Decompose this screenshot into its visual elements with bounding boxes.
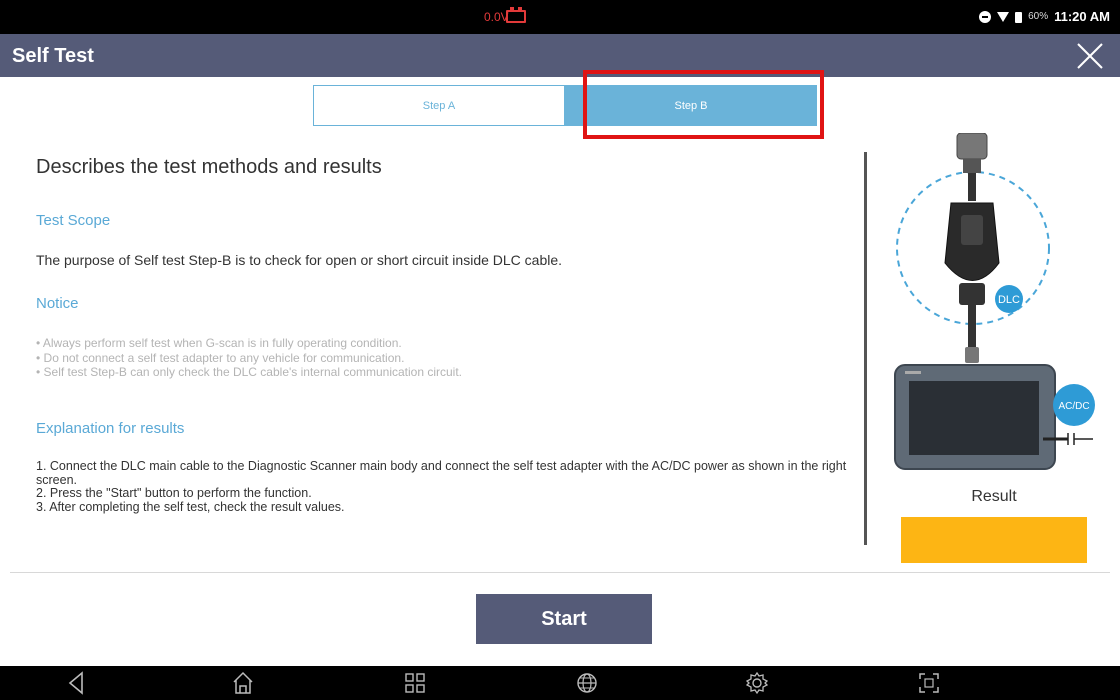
battery-warning-icon <box>506 7 526 23</box>
explanation-item: 2. Press the "Start" button to perform t… <box>36 486 312 500</box>
notice-item: • Always perform self test when G-scan i… <box>36 336 402 350</box>
settings-icon[interactable] <box>744 670 770 696</box>
globe-icon[interactable] <box>574 670 600 696</box>
tab-step-a[interactable]: Step A <box>313 85 565 126</box>
power-plug-icon <box>1067 433 1093 445</box>
divider <box>10 572 1110 573</box>
status-bar: 0.0V 60% 11:20 AM <box>0 0 1120 34</box>
acdc-label: AC/DC <box>1058 401 1089 412</box>
back-icon[interactable] <box>64 670 90 696</box>
wifi-icon <box>997 12 1010 22</box>
obd-connector-icon <box>956 133 988 160</box>
navigation-bar <box>0 666 1120 700</box>
test-scope-heading: Test Scope <box>36 212 111 229</box>
result-indicator <box>901 517 1087 563</box>
close-icon <box>1077 43 1103 69</box>
screenshot-icon[interactable] <box>916 670 942 696</box>
clock: 11:20 AM <box>1054 9 1110 24</box>
do-not-disturb-icon <box>979 11 992 23</box>
start-button[interactable]: Start <box>476 594 652 644</box>
explanation-heading: Explanation for results <box>36 420 185 437</box>
close-button[interactable] <box>1074 40 1106 72</box>
status-icons: 60% 11:20 AM <box>979 9 1110 25</box>
content-heading: Describes the test methods and results <box>36 156 382 178</box>
explanation-list: 1. Connect the DLC main cable to the Dia… <box>36 459 851 514</box>
apps-icon[interactable] <box>402 670 428 696</box>
voltage-readout: 0.0V <box>484 10 509 24</box>
result-label: Result <box>971 488 1017 505</box>
connection-diagram: DLC AC/DC <box>894 133 1095 470</box>
battery-icon <box>1015 11 1023 23</box>
dlc-label: DLC <box>998 294 1020 306</box>
notice-item: • Do not connect a self test adapter to … <box>36 350 405 365</box>
test-scope-text: The purpose of Self test Step-B is to ch… <box>36 252 563 268</box>
notice-item: • Self test Step-B can only check the DL… <box>36 365 463 379</box>
home-icon[interactable] <box>230 670 256 696</box>
notice-list: • Always perform self test when G-scan i… <box>36 336 462 380</box>
explanation-item: 3. After completing the self test, check… <box>36 499 345 514</box>
title-bar: Self Test <box>0 34 1120 77</box>
battery-percent: 60% <box>1028 11 1049 22</box>
content-scrollbar[interactable] <box>864 152 867 545</box>
notice-heading: Notice <box>36 295 79 312</box>
page-title: Self Test <box>12 45 94 67</box>
tab-step-b[interactable]: Step B <box>565 85 817 126</box>
explanation-item: 1. Connect the DLC main cable to the Dia… <box>36 459 847 487</box>
